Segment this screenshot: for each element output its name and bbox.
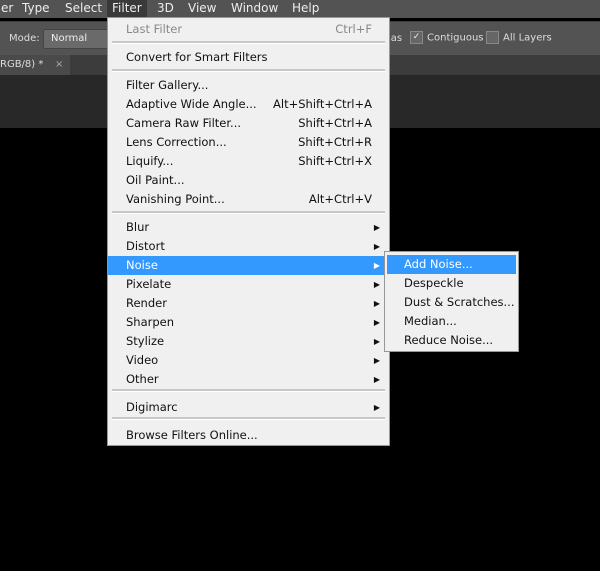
- submenu-arrow-icon: ▶: [373, 403, 380, 412]
- menu-item-label: Render: [126, 296, 167, 310]
- filter-menu-item-video[interactable]: Video ▶: [108, 351, 389, 370]
- menu-item-label: Liquify...: [126, 154, 174, 168]
- anti-alias-label: ias: [388, 33, 403, 44]
- menu-help[interactable]: Help: [287, 0, 324, 18]
- submenu-item-label: Despeckle: [404, 276, 464, 290]
- menu-3d[interactable]: 3D: [152, 0, 179, 18]
- menu-item-label: Oil Paint...: [126, 173, 185, 187]
- filter-menu-item-liquify[interactable]: Liquify... Shift+Ctrl+X: [108, 152, 389, 171]
- contiguous-label: Contiguous: [427, 32, 484, 44]
- menu-item-label: Blur: [126, 220, 150, 234]
- menu-type[interactable]: Type: [17, 0, 55, 18]
- submenu-arrow-icon: ▶: [373, 318, 380, 327]
- submenu-item-label: Add Noise...: [404, 257, 473, 271]
- menu-window[interactable]: Window: [226, 0, 283, 18]
- menu-item-label: Vanishing Point...: [126, 192, 225, 206]
- filter-menu-item-other[interactable]: Other ▶: [108, 370, 389, 389]
- filter-menu-item-blur[interactable]: Blur ▶: [108, 218, 389, 237]
- menu-separator: [112, 69, 385, 72]
- filter-menu-item-filter-gallery[interactable]: Filter Gallery...: [108, 76, 389, 95]
- menu-item-label: Camera Raw Filter...: [126, 116, 242, 130]
- noise-submenu-item-despeckle[interactable]: Despeckle: [387, 274, 516, 293]
- menu-view[interactable]: View: [183, 0, 221, 18]
- menu-item-label: Filter Gallery...: [126, 78, 209, 92]
- menu-separator: [112, 211, 385, 214]
- filter-menu-item-lens-correction[interactable]: Lens Correction... Shift+Ctrl+R: [108, 133, 389, 152]
- mode-label: Mode:: [9, 33, 40, 44]
- filter-menu-item-distort[interactable]: Distort ▶: [108, 237, 389, 256]
- menu-item-label: Adaptive Wide Angle...: [126, 97, 257, 111]
- filter-menu-item-digimarc[interactable]: Digimarc ▶: [108, 398, 389, 417]
- filter-menu-item-browse-filters-online[interactable]: Browse Filters Online...: [108, 426, 389, 445]
- checkbox-empty: [486, 31, 499, 44]
- menu-item-shortcut: Ctrl+F: [335, 22, 372, 36]
- submenu-arrow-icon: ▶: [373, 375, 380, 384]
- menu-item-label: Last Filter: [126, 22, 183, 36]
- noise-submenu: Add Noise... Despeckle Dust & Scratches...…: [384, 251, 519, 352]
- filter-menu-item-oil-paint[interactable]: Oil Paint...: [108, 171, 389, 190]
- mode-value: Normal: [51, 33, 88, 44]
- menu-item-label: Video: [126, 353, 159, 367]
- menu-item-label: Browse Filters Online...: [126, 428, 258, 442]
- menu-separator: [112, 417, 385, 420]
- noise-submenu-item-reduce-noise[interactable]: Reduce Noise...: [387, 331, 516, 350]
- filter-menu-item-noise[interactable]: Noise ▶: [108, 256, 389, 275]
- menu-select[interactable]: Select: [60, 0, 107, 18]
- menu-item-shortcut: Shift+Ctrl+X: [298, 154, 372, 168]
- submenu-arrow-icon: ▶: [373, 223, 380, 232]
- menu-bar: er Type Select Filter 3D View Window Hel…: [0, 0, 600, 18]
- menu-item-label: Stylize: [126, 334, 165, 348]
- filter-menu-item-pixelate[interactable]: Pixelate ▶: [108, 275, 389, 294]
- menu-item-label: Noise: [126, 258, 158, 272]
- noise-submenu-item-median[interactable]: Median...: [387, 312, 516, 331]
- submenu-arrow-icon: ▶: [373, 280, 380, 289]
- submenu-arrow-icon: ▶: [373, 356, 380, 365]
- menu-item-label: Convert for Smart Filters: [126, 50, 268, 64]
- all-layers-label: All Layers: [503, 32, 552, 44]
- noise-submenu-item-dust-scratches[interactable]: Dust & Scratches...: [387, 293, 516, 312]
- all-layers-checkbox[interactable]: All Layers: [486, 31, 552, 44]
- menu-item-label: Digimarc: [126, 400, 178, 414]
- noise-submenu-item-add-noise[interactable]: Add Noise...: [387, 255, 516, 274]
- filter-menu-item-render[interactable]: Render ▶: [108, 294, 389, 313]
- document-tab[interactable]: RGB/8) * ×: [0, 55, 70, 75]
- menu-item-shortcut: Alt+Ctrl+V: [308, 192, 372, 206]
- contiguous-checkbox[interactable]: ✓ Contiguous: [410, 31, 484, 44]
- tab-title: RGB/8) *: [0, 59, 44, 70]
- menu-layer[interactable]: er: [0, 0, 18, 18]
- menu-filter[interactable]: Filter: [107, 0, 147, 18]
- submenu-arrow-icon: ▶: [373, 299, 380, 308]
- submenu-item-label: Median...: [404, 314, 457, 328]
- menu-item-shortcut: Shift+Ctrl+A: [298, 116, 372, 130]
- menu-separator: [112, 41, 385, 44]
- menu-item-label: Sharpen: [126, 315, 175, 329]
- menu-item-label: Distort: [126, 239, 165, 253]
- filter-menu-item-stylize[interactable]: Stylize ▶: [108, 332, 389, 351]
- submenu-item-label: Reduce Noise...: [404, 333, 494, 347]
- filter-menu-item-camera-raw-filter[interactable]: Camera Raw Filter... Shift+Ctrl+A: [108, 114, 389, 133]
- close-tab-icon[interactable]: ×: [55, 55, 63, 75]
- menu-item-label: Pixelate: [126, 277, 172, 291]
- menu-item-shortcut: Alt+Shift+Ctrl+A: [273, 97, 372, 111]
- filter-menu-item-sharpen[interactable]: Sharpen ▶: [108, 313, 389, 332]
- filter-menu: Last Filter Ctrl+F Convert for Smart Filte…: [107, 17, 390, 446]
- menu-item-shortcut: Shift+Ctrl+R: [298, 135, 372, 149]
- check-icon: ✓: [410, 31, 423, 44]
- submenu-arrow-icon: ▶: [373, 242, 380, 251]
- filter-menu-item-convert-for-smart-filters[interactable]: Convert for Smart Filters: [108, 48, 389, 67]
- filter-menu-item-last-filter[interactable]: Last Filter Ctrl+F: [108, 20, 389, 39]
- menu-item-label: Other: [126, 372, 159, 386]
- submenu-arrow-icon: ▶: [373, 261, 380, 270]
- menu-item-label: Lens Correction...: [126, 135, 227, 149]
- filter-menu-item-adaptive-wide-angle[interactable]: Adaptive Wide Angle... Alt+Shift+Ctrl+A: [108, 95, 389, 114]
- filter-menu-item-vanishing-point[interactable]: Vanishing Point... Alt+Ctrl+V: [108, 190, 389, 209]
- submenu-arrow-icon: ▶: [373, 337, 380, 346]
- submenu-item-label: Dust & Scratches...: [404, 295, 515, 309]
- menu-separator: [112, 389, 385, 392]
